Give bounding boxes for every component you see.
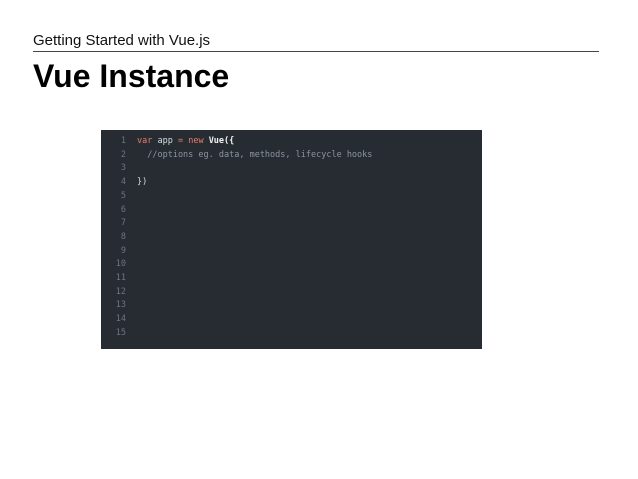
slide-header: Getting Started with Vue.js bbox=[33, 32, 211, 49]
code-line: 13 bbox=[101, 299, 482, 313]
code-line: 9 bbox=[101, 245, 482, 259]
code-token: var bbox=[137, 136, 153, 146]
line-number: 3 bbox=[120, 163, 126, 174]
line-number: 11 bbox=[115, 273, 126, 283]
code-token: //options eg. data, methods, lifecycle h… bbox=[137, 149, 373, 160]
code-line: 14 bbox=[101, 313, 482, 327]
code-token: Vue({ bbox=[208, 136, 235, 146]
header-divider bbox=[33, 51, 599, 52]
line-number: 9 bbox=[120, 245, 126, 256]
code-line: 6 bbox=[101, 204, 482, 218]
code-line: 11 bbox=[101, 272, 482, 286]
code-line: 4}) bbox=[101, 176, 482, 190]
code-line: 7 bbox=[101, 217, 482, 231]
code-editor-screenshot: 1 var app = new Vue({2 //options eg. data… bbox=[101, 130, 482, 349]
slide-title: Vue Instance bbox=[33, 58, 230, 94]
line-number: 4 bbox=[120, 177, 126, 188]
code-line: 3 bbox=[101, 162, 482, 176]
line-number: 1 bbox=[120, 136, 126, 146]
line-code: var app = new Vue({ bbox=[137, 135, 234, 149]
line-number: 15 bbox=[115, 327, 126, 338]
line-number: 7 bbox=[120, 218, 126, 229]
code-line: 1 var app = new Vue({ bbox=[101, 135, 482, 149]
line-number: 5 bbox=[120, 190, 126, 201]
code-token: app bbox=[152, 136, 178, 146]
line-number: 8 bbox=[120, 231, 126, 242]
code-line: 8 bbox=[101, 231, 482, 245]
line-number: 14 bbox=[115, 314, 126, 325]
line-number: 2 bbox=[120, 149, 126, 160]
line-number: 12 bbox=[115, 286, 126, 297]
line-number: 13 bbox=[115, 300, 126, 311]
code-line: 12 bbox=[101, 286, 482, 300]
code-token: }) bbox=[137, 177, 148, 188]
line-code: //options eg. data, methods, lifecycle h… bbox=[137, 149, 372, 163]
code-line: 5 bbox=[101, 190, 482, 204]
code-line: 2 //options eg. data, methods, lifecycle… bbox=[101, 149, 482, 163]
line-number: 6 bbox=[120, 204, 126, 215]
line-number: 10 bbox=[115, 259, 126, 270]
code-line: 10 bbox=[101, 258, 482, 272]
code-token: new bbox=[188, 136, 204, 146]
line-code: }) bbox=[137, 176, 147, 190]
code-line: 15 bbox=[101, 327, 482, 341]
